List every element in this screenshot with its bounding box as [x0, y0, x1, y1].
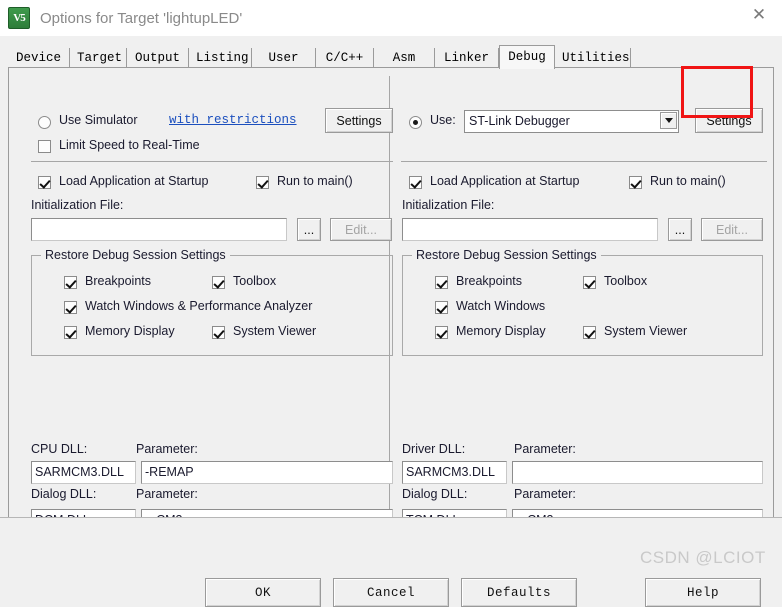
- tab-debug[interactable]: Debug: [499, 45, 555, 69]
- cpu-parameter-input[interactable]: -REMAP: [141, 461, 393, 484]
- dbg-load-app-label: Load Application at Startup: [430, 174, 580, 188]
- help-button[interactable]: Help: [645, 578, 761, 607]
- dbg-system-viewer-checkbox[interactable]: [583, 326, 596, 339]
- tab-utilities[interactable]: Utilities: [555, 48, 631, 68]
- limit-speed-label: Limit Speed to Real-Time: [59, 138, 200, 152]
- sim-dialog-dll-label: Dialog DLL:: [31, 487, 97, 501]
- title-bar: V5 Options for Target 'lightupLED' ✕: [0, 0, 782, 36]
- sim-init-file-edit-button: Edit...: [330, 218, 392, 241]
- dbg-init-file-label: Initialization File:: [402, 198, 495, 212]
- driver-parameter-input[interactable]: [512, 461, 763, 484]
- dbg-breakpoints-label: Breakpoints: [456, 274, 523, 288]
- dbg-dialog-parameter-label: Parameter:: [514, 487, 576, 501]
- dbg-memory-display-checkbox[interactable]: [435, 326, 448, 339]
- sim-init-file-browse-button[interactable]: ...: [297, 218, 321, 241]
- dbg-init-file-input[interactable]: [402, 218, 658, 241]
- dbg-load-app-checkbox[interactable]: [409, 176, 422, 189]
- use-debugger-label: Use:: [430, 113, 456, 127]
- tab-asm[interactable]: Asm: [374, 48, 435, 68]
- sim-toolbox-checkbox[interactable]: [212, 276, 225, 289]
- keil-uvision-icon: V5: [8, 7, 30, 29]
- sim-init-file-label: Initialization File:: [31, 198, 124, 212]
- debugger-select-value: ST-Link Debugger: [469, 114, 570, 128]
- dbg-dialog-dll-label: Dialog DLL:: [402, 487, 468, 501]
- cpu-dll-input[interactable]: SARMCM3.DLL: [31, 461, 136, 484]
- debugger-settings-button[interactable]: Settings: [695, 108, 763, 133]
- cancel-button[interactable]: Cancel: [333, 578, 449, 607]
- dialog-footer: OK Cancel Defaults Help: [0, 518, 782, 607]
- tab-output[interactable]: Output: [127, 48, 189, 68]
- sim-init-file-input[interactable]: [31, 218, 287, 241]
- sim-restore-session-group: Restore Debug Session Settings Breakpoin…: [31, 248, 393, 356]
- use-simulator-radio[interactable]: [38, 116, 51, 129]
- close-icon[interactable]: ✕: [736, 0, 782, 30]
- sim-load-app-checkbox[interactable]: [38, 176, 51, 189]
- tab-bar: Device Target Output Listing User C/C++ …: [8, 44, 774, 69]
- sim-toolbox-label: Toolbox: [233, 274, 277, 288]
- sim-watch-windows-checkbox[interactable]: [64, 301, 77, 314]
- dbg-toolbox-label: Toolbox: [604, 274, 648, 288]
- defaults-button[interactable]: Defaults: [461, 578, 577, 607]
- tab-target[interactable]: Target: [70, 48, 127, 68]
- limit-speed-checkbox[interactable]: [38, 140, 51, 153]
- tab-linker[interactable]: Linker: [435, 48, 499, 68]
- dbg-watch-windows-checkbox[interactable]: [435, 301, 448, 314]
- dbg-restore-session-group: Restore Debug Session Settings Breakpoin…: [402, 248, 763, 356]
- use-debugger-radio[interactable]: [409, 116, 422, 129]
- sim-breakpoints-label: Breakpoints: [85, 274, 152, 288]
- sim-watch-windows-label: Watch Windows & Performance Analyzer: [85, 299, 313, 313]
- tab-c-cpp[interactable]: C/C++: [316, 48, 374, 68]
- dbg-init-file-browse-button[interactable]: ...: [668, 218, 692, 241]
- sim-system-viewer-checkbox[interactable]: [212, 326, 225, 339]
- simulator-settings-button[interactable]: Settings: [325, 108, 393, 133]
- chevron-down-icon[interactable]: [660, 112, 677, 129]
- app-icon-glyph: V5: [13, 12, 25, 24]
- dbg-watch-windows-label: Watch Windows: [456, 299, 546, 313]
- sim-system-viewer-label: System Viewer: [233, 324, 317, 338]
- simulator-separator: [31, 161, 393, 162]
- dbg-restore-session-title: Restore Debug Session Settings: [412, 248, 601, 262]
- sim-memory-display-label: Memory Display: [85, 324, 175, 338]
- dbg-breakpoints-checkbox[interactable]: [435, 276, 448, 289]
- debugger-separator: [401, 161, 767, 162]
- dbg-init-file-edit-button: Edit...: [701, 218, 763, 241]
- driver-parameter-label: Parameter:: [514, 442, 576, 456]
- tab-device[interactable]: Device: [8, 48, 70, 68]
- window-title: Options for Target 'lightupLED': [40, 9, 243, 27]
- dbg-run-to-main-label: Run to main(): [650, 174, 726, 188]
- dbg-system-viewer-label: System Viewer: [604, 324, 688, 338]
- dbg-toolbox-checkbox[interactable]: [583, 276, 596, 289]
- sim-restore-session-title: Restore Debug Session Settings: [41, 248, 230, 262]
- driver-dll-label: Driver DLL:: [402, 442, 466, 456]
- tab-user[interactable]: User: [252, 48, 316, 68]
- with-restrictions-link[interactable]: with restrictions: [169, 113, 297, 127]
- dbg-memory-display-label: Memory Display: [456, 324, 546, 338]
- options-dialog: Device Target Output Listing User C/C++ …: [0, 36, 782, 607]
- sim-load-app-label: Load Application at Startup: [59, 174, 209, 188]
- cpu-parameter-label: Parameter:: [136, 442, 198, 456]
- cpu-dll-label: CPU DLL:: [31, 442, 88, 456]
- dbg-run-to-main-checkbox[interactable]: [629, 176, 642, 189]
- ok-button[interactable]: OK: [205, 578, 321, 607]
- sim-dialog-parameter-label: Parameter:: [136, 487, 198, 501]
- sim-run-to-main-checkbox[interactable]: [256, 176, 269, 189]
- sim-run-to-main-label: Run to main(): [277, 174, 353, 188]
- use-simulator-label: Use Simulator: [59, 113, 138, 127]
- driver-dll-input[interactable]: SARMCM3.DLL: [402, 461, 507, 484]
- debug-settings-panel: Use Simulator with restrictions Settings…: [8, 67, 774, 548]
- sim-memory-display-checkbox[interactable]: [64, 326, 77, 339]
- sim-breakpoints-checkbox[interactable]: [64, 276, 77, 289]
- tab-listing[interactable]: Listing: [189, 48, 252, 68]
- debugger-select[interactable]: ST-Link Debugger: [464, 110, 679, 133]
